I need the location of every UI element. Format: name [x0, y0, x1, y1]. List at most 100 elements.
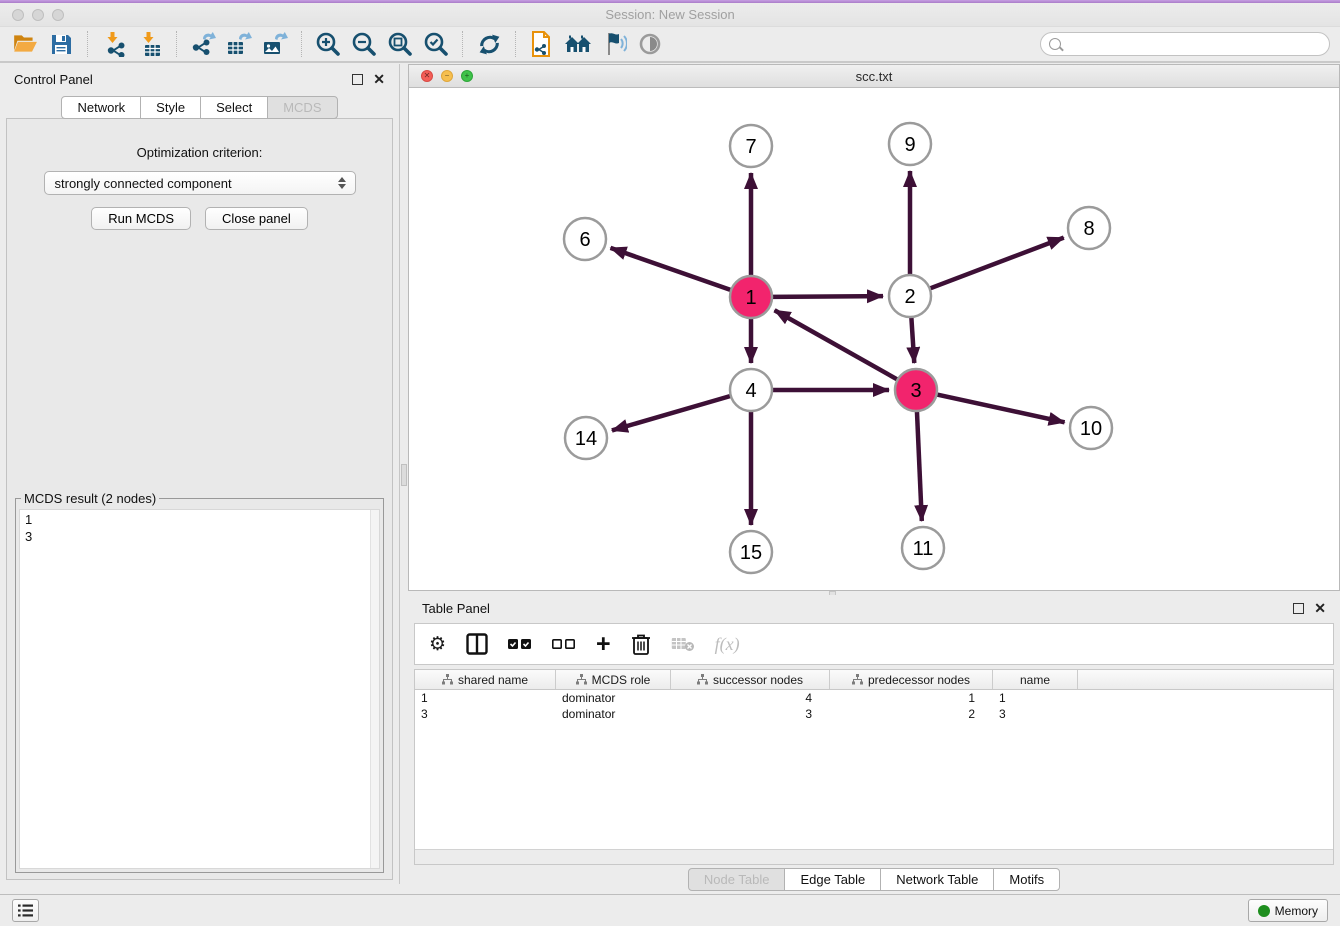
- tab-mcds[interactable]: MCDS: [267, 96, 337, 119]
- graph-node-10[interactable]: 10: [1070, 407, 1112, 449]
- graph-edge-1-6[interactable]: [610, 248, 731, 290]
- hide-selected-icon[interactable]: [599, 29, 629, 59]
- mcds-result-area[interactable]: 1 3: [19, 509, 380, 869]
- graph-node-4[interactable]: 4: [730, 369, 772, 411]
- table-horizontal-scrollbar[interactable]: [415, 849, 1333, 864]
- graph-node-1[interactable]: 1: [730, 276, 772, 318]
- graph-node-15[interactable]: 15: [730, 531, 772, 573]
- tree-icon: [442, 674, 453, 685]
- toolbar-separator: [462, 31, 463, 57]
- criterion-select[interactable]: strongly connected component: [44, 171, 356, 195]
- result-scrollbar[interactable]: [370, 510, 379, 868]
- graph-node-label: 3: [910, 380, 921, 402]
- tree-icon: [697, 674, 708, 685]
- cell-predecessor-nodes[interactable]: 1: [830, 690, 993, 706]
- zoom-selected-icon[interactable]: [421, 29, 451, 59]
- deselect-all-icon[interactable]: [552, 631, 576, 657]
- network-window-titlebar[interactable]: ✕ − + scc.txt: [409, 65, 1339, 88]
- cell-mcds-role[interactable]: dominator: [556, 706, 671, 722]
- graph-edge-3-11[interactable]: [917, 411, 922, 521]
- home-icon[interactable]: [563, 29, 593, 59]
- mcds-result-text: 1 3: [20, 510, 379, 546]
- search-input[interactable]: [1065, 37, 1321, 51]
- column-header-predecessor-nodes[interactable]: predecessor nodes: [830, 670, 993, 689]
- network-canvas[interactable]: 1 2 3 4 6 7 8 9 10 11 14 15: [409, 88, 1339, 590]
- graph-node-7[interactable]: 7: [730, 125, 772, 167]
- tab-edge-table[interactable]: Edge Table: [784, 868, 881, 891]
- zoom-fit-icon[interactable]: [385, 29, 415, 59]
- graph-node-label: 2: [904, 286, 915, 308]
- network-graph[interactable]: 1 2 3 4 6 7 8 9 10 11 14 15: [409, 88, 1340, 590]
- close-table-panel-icon[interactable]: ✕: [1314, 603, 1326, 614]
- graph-node-8[interactable]: 8: [1068, 207, 1110, 249]
- close-panel-button[interactable]: Close panel: [205, 207, 308, 230]
- tab-network[interactable]: Network: [61, 96, 141, 119]
- export-network-icon[interactable]: [188, 29, 218, 59]
- table-row[interactable]: 3 dominator 3 2 3: [415, 706, 1333, 722]
- tab-node-table[interactable]: Node Table: [688, 868, 786, 891]
- import-network-icon[interactable]: [99, 29, 129, 59]
- search-box[interactable]: [1040, 32, 1330, 56]
- column-header-mcds-role[interactable]: MCDS role: [556, 670, 671, 689]
- export-image-icon[interactable]: [260, 29, 290, 59]
- import-table-icon[interactable]: [135, 29, 165, 59]
- table-settings-icon[interactable]: ⚙: [429, 631, 446, 657]
- table-empty-area: [415, 722, 1333, 849]
- open-file-icon[interactable]: [10, 29, 40, 59]
- export-table-icon[interactable]: [224, 29, 254, 59]
- graph-edge-4-14[interactable]: [612, 396, 731, 431]
- show-all-eye-icon[interactable]: [635, 29, 665, 59]
- cell-predecessor-nodes[interactable]: 2: [830, 706, 993, 722]
- column-header-successor-nodes[interactable]: successor nodes: [671, 670, 830, 689]
- control-panel: Control Panel ✕ Network Style Select MCD…: [0, 64, 400, 884]
- graph-edge-1-2[interactable]: [772, 296, 883, 297]
- graph-node-14[interactable]: 14: [565, 417, 607, 459]
- split-view-icon[interactable]: [466, 631, 488, 657]
- close-panel-icon[interactable]: ✕: [373, 74, 385, 85]
- float-panel-icon[interactable]: [352, 74, 363, 85]
- add-row-icon[interactable]: +: [596, 631, 611, 657]
- cell-shared-name[interactable]: 3: [415, 706, 556, 722]
- graph-edge-2-3[interactable]: [911, 317, 914, 363]
- table-panel: Table Panel ✕ ⚙ +: [408, 595, 1340, 894]
- graph-node-3[interactable]: 3: [895, 369, 937, 411]
- zoom-out-icon[interactable]: [349, 29, 379, 59]
- tab-motifs[interactable]: Motifs: [993, 868, 1060, 891]
- table-row[interactable]: 1 dominator 4 1 1: [415, 690, 1333, 706]
- splitter-grip[interactable]: [401, 464, 407, 486]
- cell-name[interactable]: 1: [993, 690, 1078, 706]
- float-table-panel-icon[interactable]: [1293, 603, 1304, 614]
- table-panel-header: Table Panel ✕: [408, 595, 1340, 621]
- cell-successor-nodes[interactable]: 4: [671, 690, 830, 706]
- vertical-splitter[interactable]: [400, 64, 408, 894]
- save-session-icon[interactable]: [46, 29, 76, 59]
- graph-node-2[interactable]: 2: [889, 275, 931, 317]
- delete-row-icon[interactable]: [631, 631, 651, 657]
- graph-node-6[interactable]: 6: [564, 218, 606, 260]
- column-header-name[interactable]: name: [993, 670, 1078, 689]
- graph-node-11[interactable]: 11: [902, 527, 944, 569]
- column-header-shared-name[interactable]: shared name: [415, 670, 556, 689]
- cell-successor-nodes[interactable]: 3: [671, 706, 830, 722]
- cell-mcds-role[interactable]: dominator: [556, 690, 671, 706]
- zoom-in-icon[interactable]: [313, 29, 343, 59]
- task-history-button[interactable]: [12, 899, 39, 922]
- graph-node-9[interactable]: 9: [889, 123, 931, 165]
- tree-icon: [852, 674, 863, 685]
- select-all-icon[interactable]: [508, 631, 532, 657]
- cell-shared-name[interactable]: 1: [415, 690, 556, 706]
- run-mcds-button[interactable]: Run MCDS: [91, 207, 191, 230]
- network-file-icon[interactable]: [527, 29, 557, 59]
- cell-name[interactable]: 3: [993, 706, 1078, 722]
- memory-button[interactable]: Memory: [1248, 899, 1328, 922]
- graph-edge-3-10[interactable]: [937, 394, 1065, 422]
- tab-network-table[interactable]: Network Table: [880, 868, 994, 891]
- graph-edge-3-1[interactable]: [775, 310, 898, 379]
- task-list-icon: [18, 904, 33, 917]
- tab-style[interactable]: Style: [140, 96, 201, 119]
- delete-table-disabled-icon: [671, 631, 695, 657]
- tab-select[interactable]: Select: [200, 96, 268, 119]
- graph-edge-2-8[interactable]: [930, 238, 1064, 289]
- refresh-icon[interactable]: [474, 29, 504, 59]
- mcds-result-title: MCDS result (2 nodes): [21, 491, 159, 506]
